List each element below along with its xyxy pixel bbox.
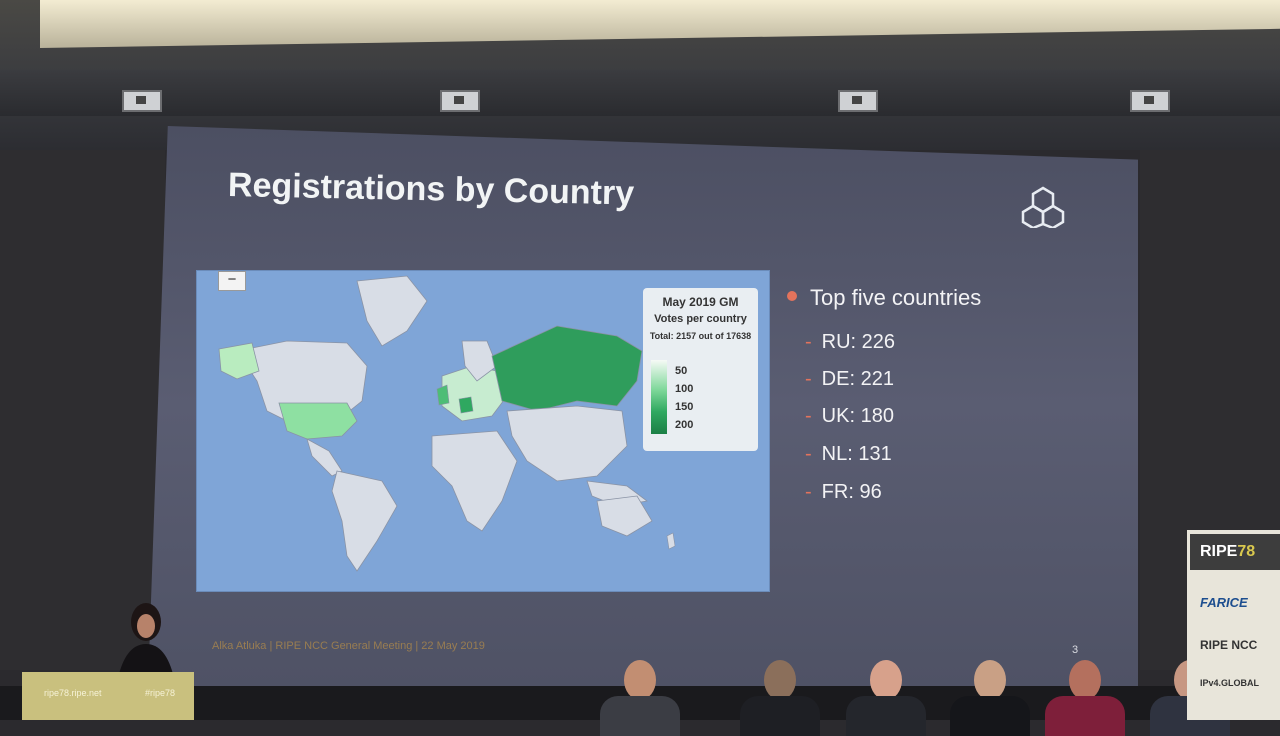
greenland-land [356, 275, 428, 347]
africa-land [431, 430, 518, 532]
slide-footer: Alka Atluka | RIPE NCC General Meeting |… [212, 640, 485, 652]
lectern-url: ripe78.ripe.net [44, 688, 102, 698]
country-item: - RU: 226 [805, 331, 896, 353]
bullet-dot-icon [787, 291, 797, 301]
banner-title: RIPE [1200, 543, 1238, 560]
panel-person [1045, 660, 1125, 736]
sponsor-logo: RIPE NCC [1200, 638, 1258, 652]
australia-land [596, 495, 653, 537]
alaska-land [218, 342, 260, 380]
slide-page-number: 3 [1072, 644, 1079, 656]
south-america-land [331, 470, 398, 572]
central-america-land [306, 438, 343, 477]
russia-land [491, 325, 643, 412]
ceiling-vent [838, 90, 878, 112]
ceiling-vent [440, 90, 480, 112]
country-label: UK: 180 [821, 405, 894, 427]
uk-land [436, 384, 450, 406]
banner-number: 78 [1237, 543, 1256, 560]
asia-land [506, 405, 628, 482]
ceiling-band [0, 70, 1280, 116]
country-item: - UK: 180 [805, 405, 894, 427]
wall-left [0, 150, 165, 670]
legend-color-scale [651, 360, 667, 434]
speaker-person [118, 603, 174, 678]
country-item: - DE: 221 [805, 368, 894, 390]
legend-tick: 50 [675, 365, 688, 377]
country-label: RU: 226 [821, 331, 896, 353]
ceiling-vent [1130, 90, 1170, 112]
ceiling-vent [122, 90, 162, 112]
legend-total: Total: 2157 out of 17638 [649, 331, 752, 341]
map-zoom-out-button[interactable]: − [218, 271, 246, 291]
legend-tick: 150 [675, 401, 694, 413]
country-label: FR: 96 [821, 481, 882, 503]
panel-person [950, 660, 1030, 736]
panel-person [846, 660, 926, 736]
sponsor-logo: FARICE [1200, 595, 1248, 610]
country-item: - FR: 96 [805, 481, 882, 503]
panel-person [600, 660, 680, 736]
germany-land [458, 396, 474, 414]
legend-subtitle: Votes per country [654, 313, 747, 325]
map-legend: May 2019 GM Votes per country Total: 215… [643, 288, 758, 451]
legend-title: May 2019 GM [662, 295, 739, 309]
legend-tick: 100 [675, 383, 694, 395]
banner-header: RIPE78 [1190, 534, 1280, 570]
country-label: DE: 221 [821, 368, 894, 390]
sponsor-logo: IPv4.GLOBAL [1200, 678, 1260, 688]
usa-land [278, 402, 358, 440]
ripe-logo-icon [1021, 186, 1065, 228]
panel-person [740, 660, 820, 736]
new-zealand-land [666, 532, 676, 550]
legend-tick: 200 [675, 419, 694, 431]
country-item: - NL: 131 [805, 443, 892, 465]
country-label: NL: 131 [821, 443, 892, 465]
top-countries-heading: Top five countries [810, 285, 982, 310]
lectern-hashtag: #ripe78 [145, 688, 176, 698]
